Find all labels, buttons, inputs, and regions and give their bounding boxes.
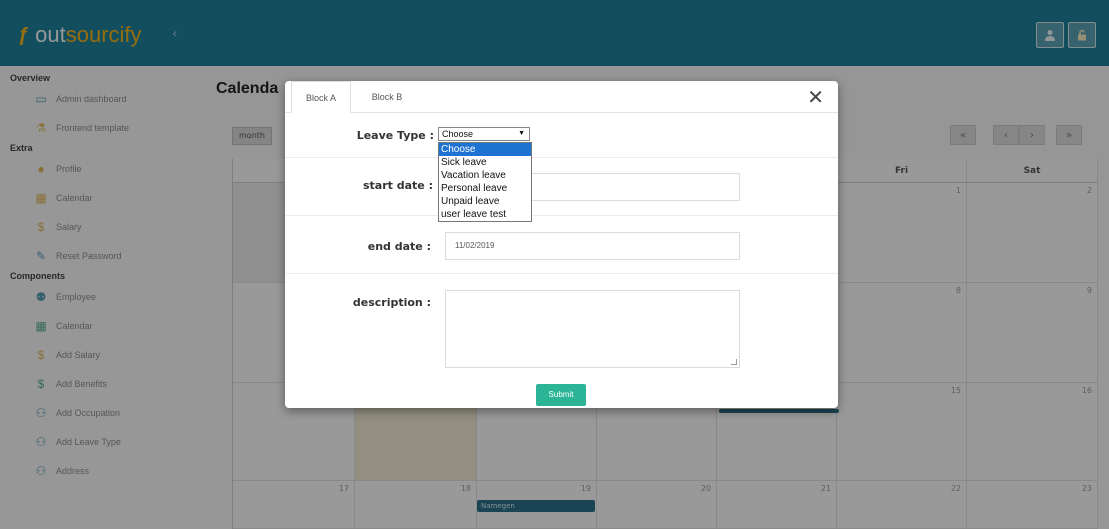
option-user-leave-test[interactable]: user leave test (439, 208, 531, 221)
chevron-down-icon: ▼ (518, 130, 525, 137)
row-divider (285, 157, 838, 158)
tab-block-a[interactable]: Block A (291, 81, 351, 113)
row-divider (285, 273, 838, 274)
option-personal-leave[interactable]: Personal leave (439, 182, 531, 195)
option-vacation-leave[interactable]: Vacation leave (439, 169, 531, 182)
end-date-input[interactable]: 11/02/2019 (445, 232, 740, 260)
description-label: description : (352, 296, 431, 309)
option-sick-leave[interactable]: Sick leave (439, 156, 531, 169)
leave-request-modal: Block A Block B ✕ Leave Type : start dat… (285, 81, 838, 408)
option-choose[interactable]: Choose (439, 143, 531, 156)
leave-type-label: Leave Type : (356, 129, 434, 142)
end-date-label: end date : (367, 240, 431, 253)
leave-type-dropdown: Choose Sick leave Vacation leave Persona… (438, 142, 532, 222)
option-unpaid-leave[interactable]: Unpaid leave (439, 195, 531, 208)
leave-type-select[interactable]: Choose ▼ (438, 127, 530, 141)
modal-tabs: Block A Block B ✕ (285, 81, 838, 113)
close-icon[interactable]: ✕ (807, 85, 824, 109)
resize-handle-icon[interactable] (731, 359, 737, 365)
row-divider (285, 215, 838, 216)
description-textarea[interactable] (445, 290, 740, 368)
tab-block-b[interactable]: Block B (357, 81, 417, 113)
submit-button[interactable]: Submit (536, 384, 586, 406)
leave-type-select-value: Choose (442, 129, 474, 139)
start-date-label: start date : (363, 179, 433, 192)
